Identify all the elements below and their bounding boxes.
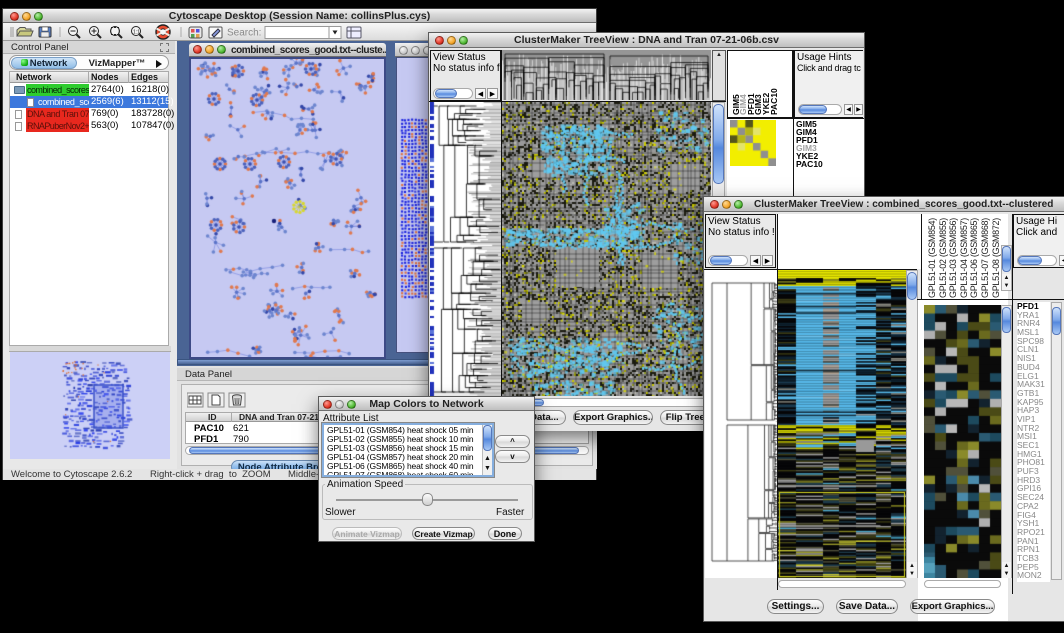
svg-text:Search:: Search: (227, 28, 261, 39)
svg-text:1:1: 1:1 (133, 30, 140, 36)
